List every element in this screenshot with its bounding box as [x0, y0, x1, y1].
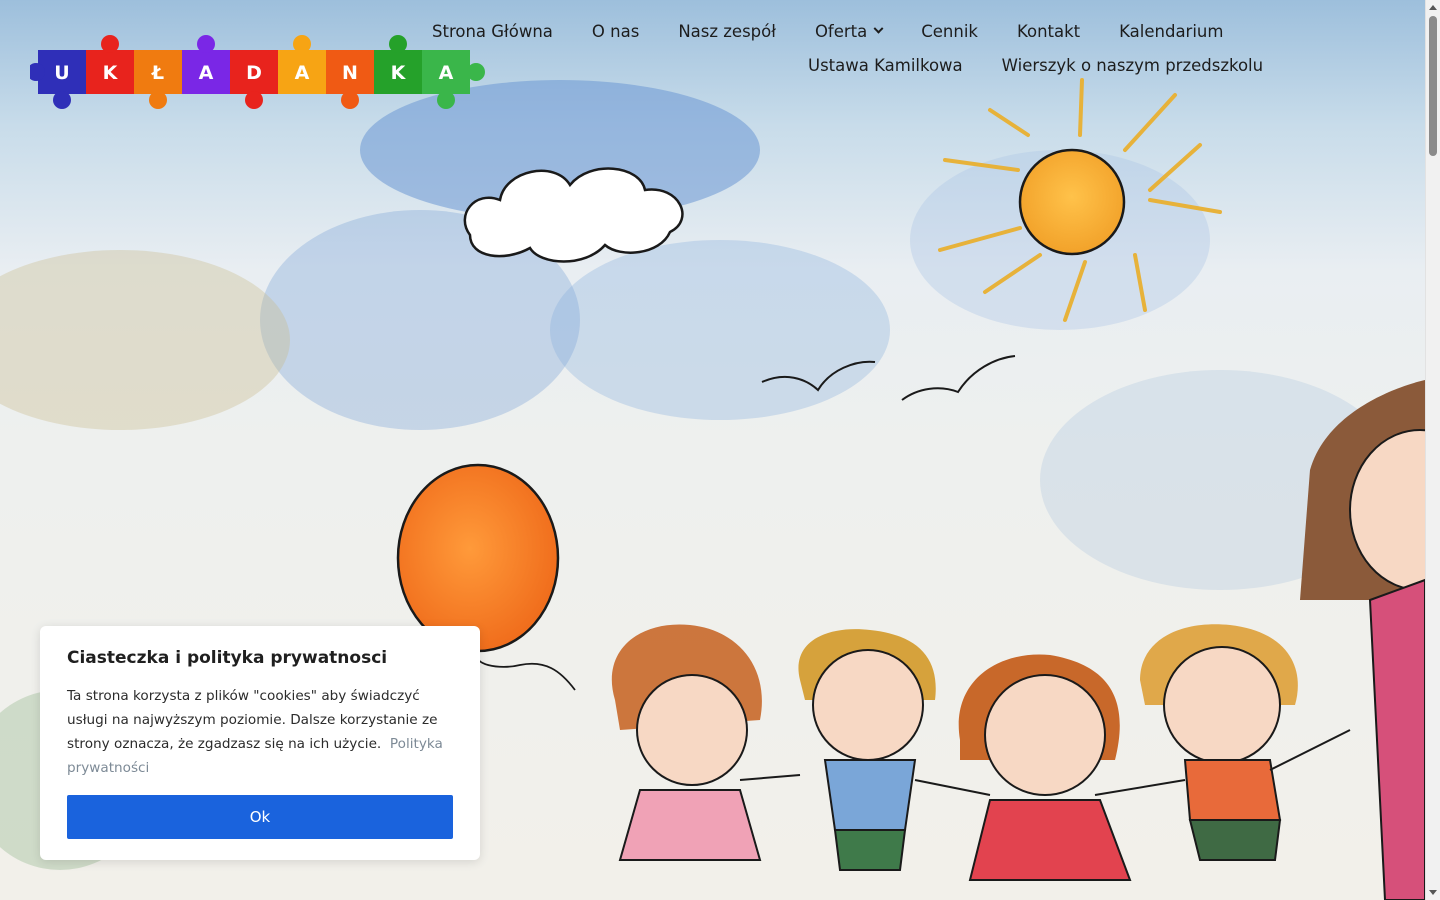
logo-piece-7: N — [326, 50, 374, 109]
cookie-text-body: Ta strona korzysta z plików "cookies" ab… — [67, 688, 438, 752]
nav-item-nasz-zespol[interactable]: Nasz zespół — [678, 22, 776, 41]
logo-letter: A — [295, 62, 310, 84]
logo-piece-3: Ł — [134, 50, 182, 109]
nav-row-primary: Strona Główna O nas Nasz zespół Oferta C… — [410, 14, 1290, 48]
scroll-down-arrow-icon[interactable] — [1429, 890, 1437, 895]
logo-piece-2: K — [86, 35, 134, 94]
scroll-thumb[interactable] — [1429, 16, 1437, 156]
nav-row-secondary: Ustawa Kamilkowa Wierszyk o naszym przed… — [410, 48, 1290, 82]
nav-item-kalendarium[interactable]: Kalendarium — [1119, 22, 1223, 41]
nav-item-oferta-label: Oferta — [814, 21, 868, 41]
nav-item-wierszyk[interactable]: Wierszyk o naszym przedszkolu — [1002, 56, 1263, 75]
chevron-down-icon — [873, 23, 884, 34]
logo-piece-6: A — [278, 35, 326, 94]
nav-item-strona-glowna[interactable]: Strona Główna — [432, 22, 553, 41]
logo-letter: D — [246, 62, 262, 84]
logo-letter: U — [54, 62, 69, 84]
cookie-dialog-title: Ciasteczka i polityka prywatnosci — [67, 648, 388, 668]
nav-item-kontakt[interactable]: Kontakt — [1017, 22, 1080, 41]
cookie-ok-button[interactable]: Ok — [67, 795, 453, 839]
logo-letter: Ł — [151, 62, 164, 84]
logo-piece-5: D — [230, 50, 278, 109]
nav-item-oferta[interactable]: Oferta — [814, 21, 884, 41]
page-scrollbar[interactable] — [1425, 0, 1440, 900]
logo-piece-4: A — [182, 35, 230, 94]
main-navigation: Strona Główna O nas Nasz zespół Oferta C… — [410, 14, 1290, 82]
logo-letter: K — [103, 62, 119, 84]
logo-letter: A — [199, 62, 214, 84]
nav-item-o-nas[interactable]: O nas — [592, 22, 639, 41]
logo-letter: N — [342, 62, 358, 84]
scroll-up-arrow-icon[interactable] — [1429, 5, 1437, 10]
cookie-consent-dialog: Ciasteczka i polityka prywatnosci Ta str… — [40, 626, 480, 860]
logo-piece-1: U — [30, 50, 86, 109]
logo-letter: K — [391, 62, 407, 84]
nav-item-ustawa-kamilkowa[interactable]: Ustawa Kamilkowa — [808, 56, 963, 75]
nav-item-cennik[interactable]: Cennik — [921, 22, 978, 41]
cookie-dialog-text: Ta strona korzysta z plików "cookies" ab… — [67, 684, 453, 780]
